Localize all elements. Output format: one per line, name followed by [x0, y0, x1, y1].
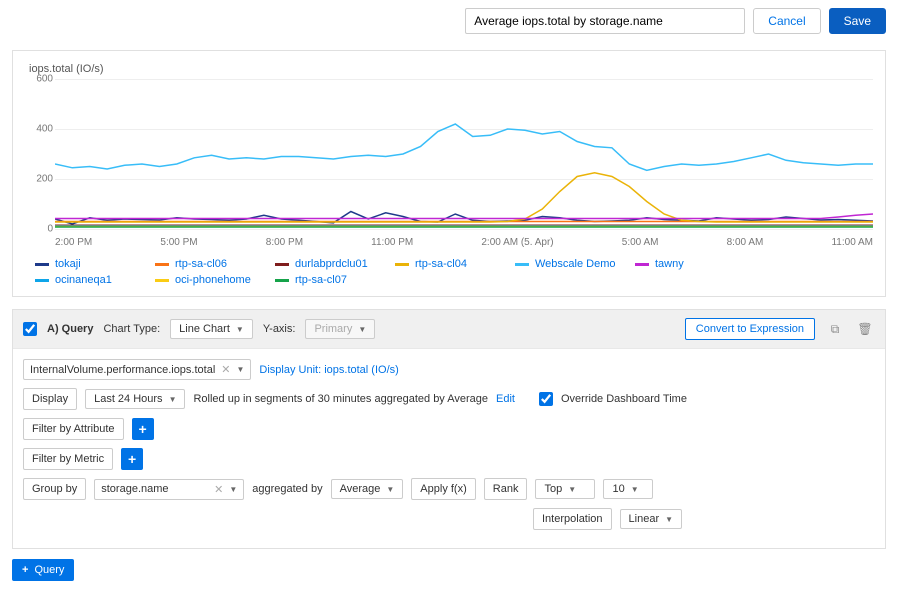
trash-icon[interactable]: 🗑	[855, 319, 875, 339]
x-tick: 2:00 PM	[55, 237, 92, 248]
time-range-select[interactable]: Last 24 Hours▼	[85, 389, 185, 409]
filter-by-metric-button[interactable]: Filter by Metric	[23, 448, 113, 470]
chevron-down-icon: ▼	[237, 365, 245, 374]
series-line	[55, 124, 873, 170]
display-unit-link[interactable]: Display Unit: iops.total (IO/s)	[259, 364, 398, 376]
y-axis-select[interactable]: Primary▼	[305, 319, 375, 339]
y-tick: 200	[27, 174, 53, 185]
legend-item[interactable]: rtp-sa-cl07	[275, 272, 395, 288]
legend-label: oci-phonehome	[175, 274, 251, 286]
metric-select[interactable]: InternalVolume.performance.iops.total ✕ …	[23, 359, 251, 380]
group-by-field[interactable]: storage.name ✕ ▼	[94, 479, 244, 500]
chevron-down-icon: ▼	[568, 485, 576, 494]
add-query-button[interactable]: + Query	[12, 559, 74, 581]
legend-item[interactable]: tawny	[635, 256, 755, 272]
chart-legend: tokaji rtp-sa-cl06 durlabprdclu01 rtp-sa-cl…	[35, 256, 873, 288]
legend-item[interactable]: rtp-sa-cl04	[395, 256, 515, 272]
chevron-down-icon: ▼	[169, 395, 177, 404]
legend-item[interactable]: rtp-sa-cl06	[155, 256, 275, 272]
x-tick: 8:00 PM	[266, 237, 303, 248]
chart-plot-area[interactable]: 0200400600	[55, 79, 873, 229]
display-label: Display	[23, 388, 77, 410]
query-section-label: A) Query	[47, 323, 93, 335]
group-by-value: storage.name	[101, 483, 168, 495]
query-enable-checkbox[interactable]	[23, 322, 37, 336]
y-tick: 600	[27, 74, 53, 85]
x-tick: 2:00 AM (5. Apr)	[481, 237, 553, 248]
clear-icon[interactable]: ✕	[221, 363, 230, 376]
apply-fx-button[interactable]: Apply f(x)	[411, 478, 475, 500]
chevron-down-icon: ▼	[229, 485, 237, 494]
add-query-label: Query	[34, 564, 64, 576]
x-tick: 5:00 AM	[622, 237, 659, 248]
convert-to-expression-button[interactable]: Convert to Expression	[685, 318, 815, 340]
x-tick: 8:00 AM	[727, 237, 764, 248]
legend-item[interactable]: oci-phonehome	[155, 272, 275, 288]
group-by-label: Group by	[23, 478, 86, 500]
legend-item[interactable]: durlabprdclu01	[275, 256, 395, 272]
chart-type-select[interactable]: Line Chart▼	[170, 319, 253, 339]
metric-value: InternalVolume.performance.iops.total	[30, 364, 215, 376]
plus-icon: +	[22, 564, 28, 576]
series-line	[55, 173, 873, 222]
chevron-down-icon: ▼	[386, 485, 394, 494]
y-tick: 400	[27, 124, 53, 135]
interpolation-label: Interpolation	[533, 508, 612, 530]
legend-swatch	[515, 263, 529, 266]
edit-rollup-link[interactable]: Edit	[496, 393, 515, 405]
chevron-down-icon: ▼	[236, 325, 244, 334]
filter-by-attribute-button[interactable]: Filter by Attribute	[23, 418, 124, 440]
override-time-checkbox[interactable]	[539, 392, 553, 406]
chart-panel: iops.total (IO/s) 0200400600 2:00 PM5:00…	[12, 50, 886, 297]
aggregated-by-label: aggregated by	[252, 483, 322, 495]
chart-type-label: Chart Type:	[103, 323, 160, 335]
legend-swatch	[155, 279, 169, 282]
add-metric-filter-button[interactable]: +	[121, 448, 143, 470]
legend-swatch	[395, 263, 409, 266]
legend-swatch	[635, 263, 649, 266]
y-tick: 0	[27, 224, 53, 235]
series-line	[55, 214, 873, 219]
x-tick: 11:00 PM	[371, 237, 413, 248]
query-config-panel: A) Query Chart Type: Line Chart▼ Y-axis:…	[12, 309, 886, 549]
legend-swatch	[35, 263, 49, 266]
y-axis-label: iops.total (IO/s)	[29, 63, 873, 75]
legend-swatch	[35, 279, 49, 282]
cancel-button[interactable]: Cancel	[753, 8, 820, 34]
x-tick: 5:00 PM	[160, 237, 197, 248]
legend-label: rtp-sa-cl07	[295, 274, 347, 286]
override-time-label: Override Dashboard Time	[561, 393, 687, 405]
add-attribute-filter-button[interactable]: +	[132, 418, 154, 440]
legend-label: Webscale Demo	[535, 258, 616, 270]
rank-count-select[interactable]: 10▼	[603, 479, 653, 499]
legend-label: tawny	[655, 258, 684, 270]
duplicate-icon[interactable]: ⧉	[825, 319, 845, 339]
rank-direction-select[interactable]: Top▼	[535, 479, 595, 499]
legend-item[interactable]: Webscale Demo	[515, 256, 635, 272]
legend-swatch	[275, 263, 289, 266]
rank-label: Rank	[484, 478, 528, 500]
legend-swatch	[155, 263, 169, 266]
legend-swatch	[275, 279, 289, 282]
save-button[interactable]: Save	[829, 8, 886, 34]
legend-label: durlabprdclu01	[295, 258, 368, 270]
chevron-down-icon: ▼	[358, 325, 366, 334]
legend-label: tokaji	[55, 258, 81, 270]
x-tick: 11:00 AM	[831, 237, 873, 248]
legend-item[interactable]: ocinaneqa1	[35, 272, 155, 288]
rollup-text: Rolled up in segments of 30 minutes aggr…	[193, 393, 488, 405]
y-axis-label-text: Y-axis:	[263, 323, 296, 335]
widget-title-input[interactable]	[465, 8, 745, 34]
legend-label: rtp-sa-cl06	[175, 258, 227, 270]
chevron-down-icon: ▼	[631, 485, 639, 494]
interpolation-select[interactable]: Linear▼	[620, 509, 683, 529]
chevron-down-icon: ▼	[665, 515, 673, 524]
legend-label: rtp-sa-cl04	[415, 258, 467, 270]
legend-label: ocinaneqa1	[55, 274, 112, 286]
legend-item[interactable]: tokaji	[35, 256, 155, 272]
clear-icon[interactable]: ✕	[214, 483, 223, 496]
aggregated-by-select[interactable]: Average▼	[331, 479, 404, 499]
